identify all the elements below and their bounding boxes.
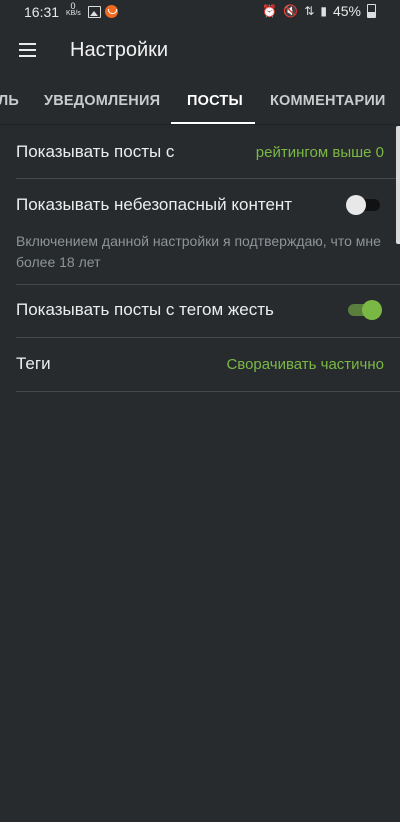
menu-icon[interactable] xyxy=(19,43,36,57)
page-title: Настройки xyxy=(70,39,169,61)
tab-profile[interactable]: ЛЬ xyxy=(0,93,19,109)
gore-tag-row[interactable]: Показывать посты с тегом жесть xyxy=(0,285,400,337)
status-bar: 16:31 0 KB/s ⏰ 🔇 ⇅ ▮ 45% xyxy=(0,0,400,24)
unsafe-content-row[interactable]: Показывать небезопасный контент Включени… xyxy=(0,179,400,284)
tabs-divider xyxy=(0,124,400,125)
battery-icon xyxy=(367,4,376,18)
status-time: 16:31 xyxy=(24,4,60,20)
switch-thumb xyxy=(362,300,382,320)
unsafe-content-note: Включением данной настройки я подтвержда… xyxy=(16,233,381,270)
divider xyxy=(16,391,400,392)
rating-setting-value: рейтингом выше 0 xyxy=(255,144,384,161)
battery-percent: 45% xyxy=(332,3,361,19)
image-icon xyxy=(88,6,101,18)
status-right: ⏰ 🔇 ⇅ ▮ 45% xyxy=(262,3,376,19)
unsafe-content-switch[interactable] xyxy=(346,194,382,215)
app-notification-icon xyxy=(105,5,118,18)
signal-icon: ▮ xyxy=(320,4,327,18)
scroll-indicator xyxy=(396,126,400,244)
rating-setting-label: Показывать посты с xyxy=(16,142,175,161)
app-bar: Настройки xyxy=(0,24,400,80)
network-speed-unit: KB/s xyxy=(66,10,81,17)
tags-setting-label: Теги xyxy=(16,354,51,373)
tab-posts[interactable]: ПОСТЫ xyxy=(187,93,243,109)
tags-setting-value: Сворачивать частично xyxy=(226,356,384,373)
settings-tabs: ЛЬ УВЕДОМЛЕНИЯ ПОСТЫ КОММЕНТАРИИ xyxy=(0,80,400,124)
gore-tag-switch[interactable] xyxy=(346,299,382,320)
tab-comments[interactable]: КОММЕНТАРИИ xyxy=(270,93,386,109)
unsafe-content-label: Показывать небезопасный контент xyxy=(16,195,293,214)
tags-setting-row[interactable]: Теги Сворачивать частично xyxy=(0,338,400,391)
network-speed-value: 0 xyxy=(70,1,76,11)
gore-tag-label: Показывать посты с тегом жесть xyxy=(16,300,274,319)
switch-thumb xyxy=(346,195,366,215)
network-speed: 0 KB/s xyxy=(66,1,81,18)
tab-notifications[interactable]: УВЕДОМЛЕНИЯ xyxy=(44,93,160,109)
mute-icon: 🔇 xyxy=(283,4,299,18)
data-icon: ⇅ xyxy=(304,4,315,18)
alarm-icon: ⏰ xyxy=(262,4,278,18)
rating-setting-row[interactable]: Показывать посты с рейтингом выше 0 xyxy=(0,126,400,178)
